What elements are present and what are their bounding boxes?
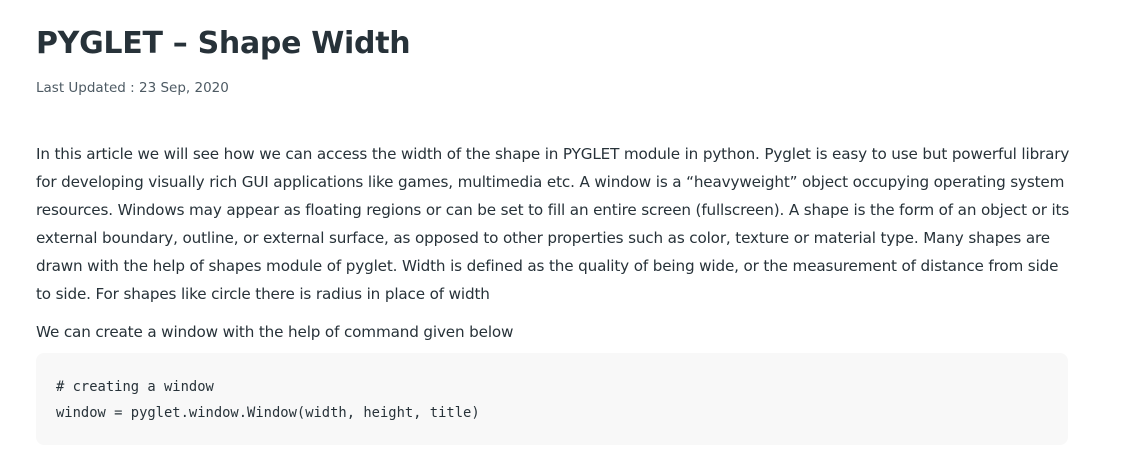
last-updated-date: Last Updated : 23 Sep, 2020 bbox=[36, 80, 229, 96]
code-statement-line: window = pyglet.window.Window(width, hei… bbox=[56, 405, 480, 421]
intro-paragraph: In this article we will see how we can a… bbox=[36, 145, 1070, 303]
window-command-paragraph: We can create a window with the help of … bbox=[36, 323, 514, 341]
article-title: PYGLET – Shape Width bbox=[36, 26, 411, 61]
code-comment-line: # creating a window bbox=[56, 379, 214, 395]
code-block[interactable]: # creating a window window = pyglet.wind… bbox=[36, 353, 1068, 445]
